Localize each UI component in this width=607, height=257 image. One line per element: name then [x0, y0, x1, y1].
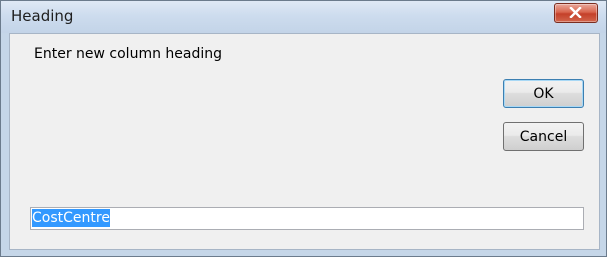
- heading-dialog-window: Heading Enter new column heading OK Canc…: [0, 0, 607, 257]
- dialog-body: Enter new column heading OK Cancel CostC…: [9, 33, 600, 250]
- prompt-label: Enter new column heading: [34, 46, 223, 62]
- title-bar[interactable]: Heading: [1, 1, 606, 33]
- column-heading-input[interactable]: CostCentre: [30, 207, 584, 230]
- cancel-button[interactable]: Cancel: [503, 122, 584, 151]
- window-title: Heading: [11, 7, 74, 25]
- close-button[interactable]: [554, 3, 598, 23]
- selected-input-text: CostCentre: [32, 209, 110, 227]
- close-icon: [569, 7, 582, 18]
- ok-button[interactable]: OK: [503, 79, 584, 108]
